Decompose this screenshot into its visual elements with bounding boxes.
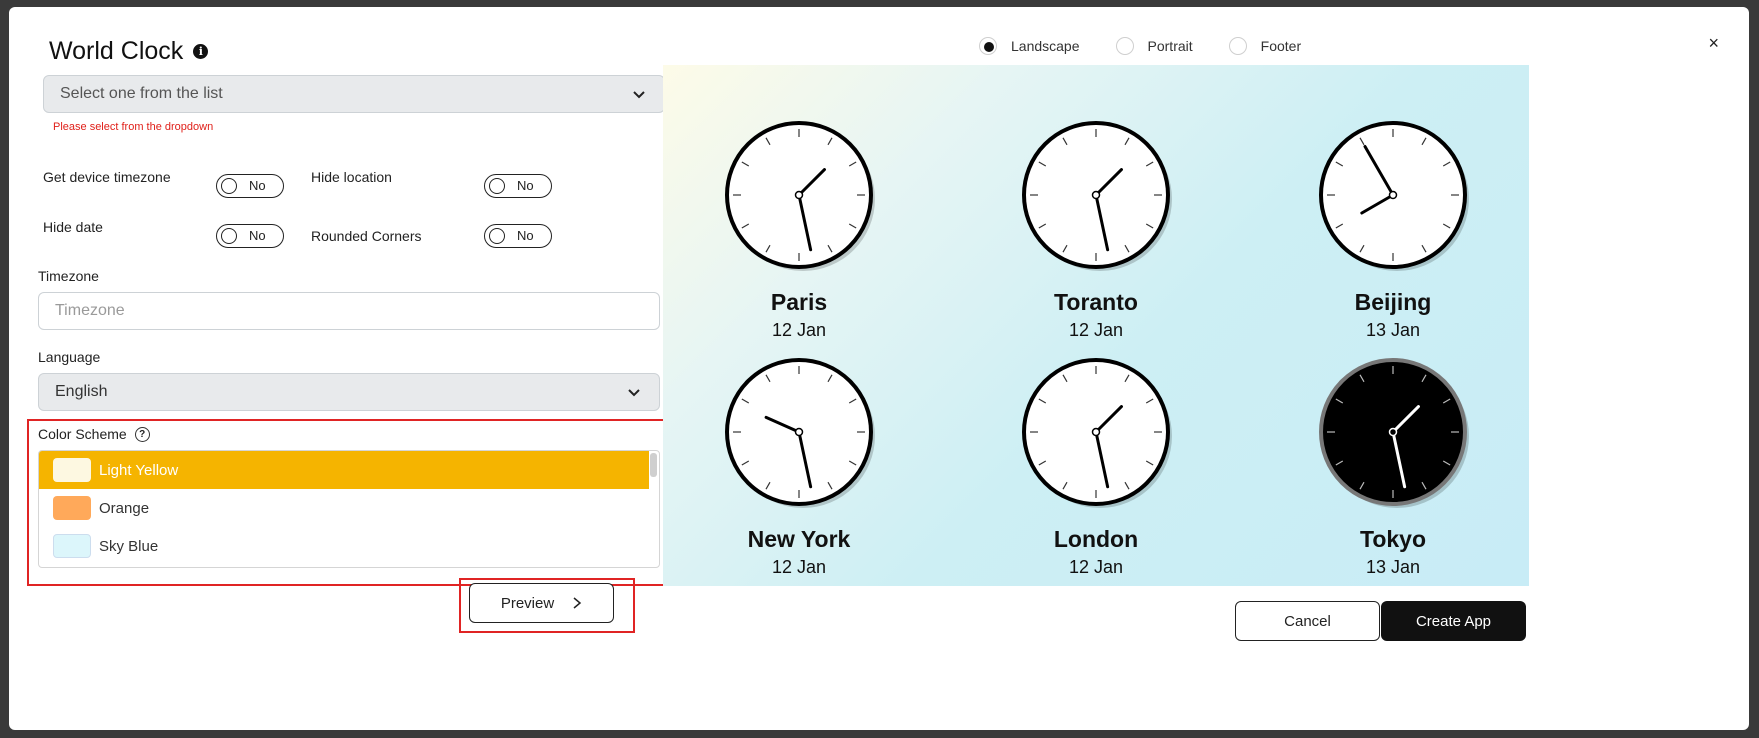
clock-date: 12 Jan (771, 320, 827, 340)
center-pin (1091, 190, 1101, 200)
chevron-down-icon (633, 91, 645, 99)
chevron-down-icon (628, 389, 640, 397)
timezone-label: Timezone (38, 268, 99, 284)
close-icon[interactable]: × (1708, 33, 1719, 54)
toggle-knob (221, 228, 237, 244)
color-option-label: Light Yellow (99, 461, 179, 479)
hide-location-toggle[interactable]: No (484, 174, 552, 198)
clock-date: 12 Jan (771, 557, 827, 577)
swatch-orange (53, 496, 91, 520)
clock-london: London 12 Jan (986, 352, 1206, 578)
toggle-knob (489, 178, 505, 194)
color-option-sky-blue[interactable]: Sky Blue (39, 527, 649, 565)
language-value: English (55, 383, 108, 400)
center-pin (794, 190, 804, 200)
clock-select-placeholder: Select one from the list (60, 85, 223, 102)
color-option-label: Sky Blue (99, 537, 159, 555)
clock-city: New York (747, 526, 851, 552)
hide-location-label: Hide location (311, 169, 392, 185)
clock-city: Tokyo (1359, 526, 1427, 552)
clock-date: 13 Jan (1365, 557, 1421, 577)
color-scheme-label-text: Color Scheme (38, 426, 127, 442)
orientation-portrait[interactable]: Portrait (1115, 37, 1193, 55)
clock-date: 12 Jan (1068, 320, 1124, 340)
preview-button[interactable]: Preview (469, 583, 614, 623)
list-scrollbar[interactable] (650, 453, 657, 477)
toggle-knob (221, 178, 237, 194)
rounded-corners-label: Rounded Corners (311, 228, 422, 244)
clock-city: Beijing (1354, 289, 1432, 315)
clock-date: 13 Jan (1365, 320, 1421, 340)
clock-preview-panel: Paris 12 Jan Toranto 12 Jan Beijing 13 Jan New… (663, 65, 1529, 586)
orientation-portrait-label: Portrait (1147, 38, 1193, 54)
clock-city: London (1053, 526, 1139, 552)
swatch-light-yellow (53, 458, 91, 482)
clock-face (725, 121, 875, 271)
center-pin (1388, 190, 1398, 200)
center-pin (1091, 427, 1101, 437)
color-option-label: Orange (99, 499, 150, 517)
radio-portrait[interactable] (1115, 37, 1134, 55)
hide-date-label: Hide date (43, 219, 103, 235)
radio-footer[interactable] (1228, 37, 1247, 55)
swatch-sky-blue (53, 534, 91, 558)
timezone-input[interactable] (38, 292, 660, 330)
center-pin (794, 427, 804, 437)
clock-paris: Paris 12 Jan (689, 115, 909, 341)
toggle-value: No (517, 228, 534, 243)
clock-tokyo: Tokyo 13 Jan (1283, 352, 1503, 578)
clock-select-dropdown[interactable]: Select one from the list (43, 75, 665, 113)
color-scheme-label: Color Scheme ? (38, 426, 150, 442)
clock-city: Paris (770, 289, 828, 315)
clock-select-error: Please select from the dropdown (53, 121, 214, 133)
title-text: World Clock (49, 37, 184, 65)
clock-face (1319, 358, 1469, 508)
orientation-landscape[interactable]: Landscape (979, 37, 1080, 55)
clock-face (1022, 121, 1172, 271)
device-timezone-label: Get device timezone (43, 169, 171, 185)
radio-landscape[interactable] (979, 37, 997, 55)
rounded-corners-toggle[interactable]: No (484, 224, 552, 248)
orientation-footer-label: Footer (1260, 38, 1302, 54)
preview-label: Preview (500, 594, 555, 612)
toggle-value: No (249, 178, 266, 193)
cancel-button[interactable]: Cancel (1235, 601, 1380, 641)
language-dropdown[interactable]: English (38, 373, 660, 411)
device-timezone-toggle[interactable]: No (216, 174, 284, 198)
clock-beijing: Beijing 13 Jan (1283, 115, 1503, 341)
info-icon[interactable]: i (193, 44, 209, 59)
orientation-footer[interactable]: Footer (1228, 37, 1302, 55)
clock-city: Toranto (1054, 289, 1138, 315)
toggle-value: No (249, 228, 266, 243)
clock-new-york: New York 12 Jan (689, 352, 909, 578)
world-clock-modal: World Clock i Landscape Portrait Footer … (9, 7, 1749, 730)
modal-title: World Clock i (49, 37, 209, 66)
clock-face (1319, 121, 1469, 271)
toggle-knob (489, 228, 505, 244)
orientation-landscape-label: Landscape (1011, 38, 1080, 54)
center-pin (1388, 427, 1398, 437)
color-option-orange[interactable]: Orange (39, 489, 649, 527)
color-scheme-list: Light Yellow Orange Sky Blue (38, 450, 660, 568)
color-option-light-yellow[interactable]: Light Yellow (39, 451, 649, 489)
create-app-button[interactable]: Create App (1381, 601, 1526, 641)
help-icon[interactable]: ? (134, 426, 150, 442)
hide-date-toggle[interactable]: No (216, 224, 284, 248)
clock-toranto: Toranto 12 Jan (986, 115, 1206, 341)
chevron-right-icon (573, 597, 582, 609)
language-label: Language (38, 349, 101, 365)
orientation-options: Landscape Portrait Footer (979, 37, 1301, 55)
clock-date: 12 Jan (1068, 557, 1124, 577)
toggle-value: No (517, 178, 534, 193)
clock-face (1022, 358, 1172, 508)
clock-face (725, 358, 875, 508)
